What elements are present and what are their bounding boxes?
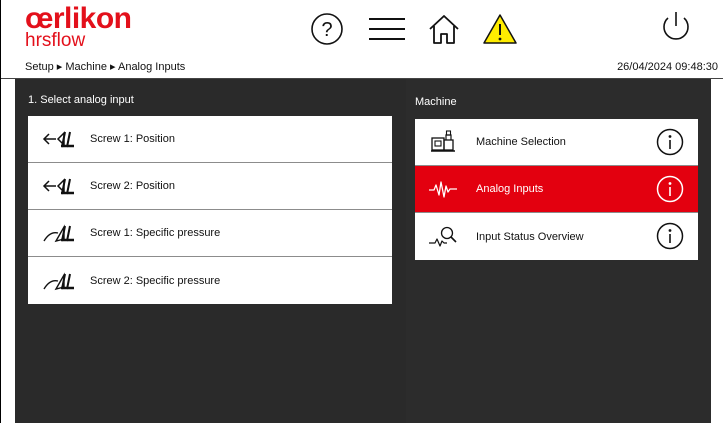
info-icon[interactable] bbox=[656, 222, 684, 250]
menu-icon[interactable] bbox=[367, 16, 407, 42]
datetime: 26/04/2024 09:48:30 bbox=[617, 61, 718, 73]
list-item-label: Screw 2: Position bbox=[90, 180, 175, 192]
menu-item-machine-selection[interactable]: Machine Selection bbox=[415, 119, 698, 166]
analog-input-panel: 1. Select analog input Screw 1: Position bbox=[15, 79, 406, 423]
home-icon[interactable] bbox=[426, 12, 462, 46]
app-window: œrlikon hrsflow Setup ▸ Machine ▸ Analog… bbox=[0, 0, 723, 423]
list-item-label: Screw 1: Position bbox=[90, 133, 175, 145]
svg-text:?: ? bbox=[321, 19, 332, 41]
screw-position-icon bbox=[42, 129, 82, 149]
menu-item-label: Input Status Overview bbox=[476, 230, 584, 243]
machine-icon bbox=[427, 130, 459, 154]
info-icon[interactable] bbox=[656, 128, 684, 156]
machine-menu-panel: Machine Machine Selection Analog Inputs … bbox=[406, 79, 711, 423]
list-item-label: Screw 2: Specific pressure bbox=[90, 274, 221, 287]
menu-item-label: Analog Inputs bbox=[476, 183, 544, 195]
list-item-screw1-pressure[interactable]: Screw 1: Specific pressure bbox=[28, 210, 392, 257]
analog-input-list: Screw 1: Position Screw 2: Position Scre… bbox=[28, 116, 392, 304]
list-item-screw2-position[interactable]: Screw 2: Position bbox=[28, 163, 392, 210]
warning-icon[interactable] bbox=[481, 12, 519, 46]
menu-item-input-status-overview[interactable]: Input Status Overview bbox=[415, 213, 698, 260]
screw-pressure-icon bbox=[42, 223, 82, 243]
status-search-icon bbox=[427, 225, 459, 249]
menu-item-analog-inputs[interactable]: Analog Inputs bbox=[415, 166, 698, 213]
help-icon[interactable]: ? bbox=[310, 12, 344, 46]
header: œrlikon hrsflow Setup ▸ Machine ▸ Analog… bbox=[1, 0, 723, 79]
list-item-label: Screw 1: Specific pressure bbox=[90, 227, 221, 239]
list-item-screw1-position[interactable]: Screw 1: Position bbox=[28, 116, 392, 163]
breadcrumb: Setup ▸ Machine ▸ Analog Inputs bbox=[25, 61, 186, 73]
logo: œrlikon hrsflow bbox=[25, 4, 132, 51]
power-icon[interactable] bbox=[658, 9, 694, 45]
list-item-screw2-pressure[interactable]: Screw 2: Specific pressure bbox=[28, 257, 392, 304]
machine-menu: Machine Selection Analog Inputs Input St… bbox=[415, 119, 698, 260]
left-margin bbox=[2, 79, 15, 423]
waveform-icon bbox=[427, 179, 459, 199]
info-icon[interactable] bbox=[656, 175, 684, 203]
menu-item-label: Machine Selection bbox=[476, 136, 566, 148]
panel-title: 1. Select analog input bbox=[28, 94, 134, 106]
screw-position-icon bbox=[42, 176, 82, 196]
right-margin bbox=[711, 79, 723, 423]
screw-pressure-icon bbox=[42, 271, 82, 291]
panel-title: Machine bbox=[415, 96, 457, 108]
